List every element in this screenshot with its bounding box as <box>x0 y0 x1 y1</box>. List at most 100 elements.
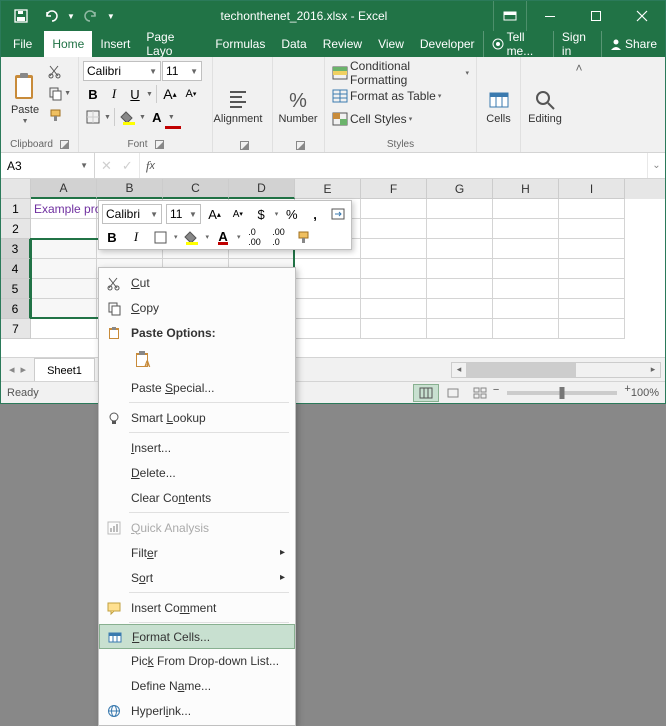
mini-borders[interactable] <box>150 227 170 247</box>
alignment-launcher[interactable] <box>240 141 249 150</box>
conditional-formatting[interactable]: Conditional Formatting▾ <box>329 63 472 83</box>
font-name-combo[interactable]: Calibri▼ <box>83 61 161 81</box>
tab-home[interactable]: Home <box>44 31 92 57</box>
col-header-g[interactable]: G <box>427 179 493 199</box>
mini-accounting-format[interactable]: $ <box>251 204 270 224</box>
col-header-d[interactable]: D <box>229 179 295 199</box>
name-box[interactable]: A3▼ <box>1 153 95 178</box>
horizontal-scrollbar[interactable]: ◂ ▸ <box>451 362 661 378</box>
mini-italic[interactable]: I <box>126 227 146 247</box>
formula-input[interactable] <box>161 153 647 178</box>
ctx-filter[interactable]: Filter▸ <box>99 540 295 565</box>
ctx-define-name[interactable]: Define Name... <box>99 673 295 698</box>
ctx-format-cells[interactable]: Format Cells... <box>99 624 295 649</box>
ctx-delete[interactable]: Delete... <box>99 460 295 485</box>
col-header-f[interactable]: F <box>361 179 427 199</box>
ctx-paste-default[interactable]: A <box>129 347 157 373</box>
mini-merge-icon[interactable] <box>329 204 348 224</box>
fill-color-button[interactable] <box>118 107 138 127</box>
font-color-button[interactable]: A <box>147 107 167 127</box>
minimize-button[interactable] <box>527 1 573 31</box>
row-header-4[interactable]: 4 <box>1 259 31 279</box>
sign-in[interactable]: Sign in <box>553 31 601 57</box>
editing-button[interactable]: Editing <box>525 59 565 127</box>
ctx-sort[interactable]: Sort▸ <box>99 565 295 590</box>
collapse-ribbon[interactable]: ˄ <box>569 57 589 152</box>
mini-fill-color[interactable] <box>182 227 202 247</box>
col-header-a[interactable]: A <box>31 179 97 199</box>
tab-data[interactable]: Data <box>273 31 314 57</box>
ctx-pick-from-list[interactable]: Pick From Drop-down List... <box>99 648 295 673</box>
format-painter-icon[interactable] <box>45 105 74 125</box>
col-header-b[interactable]: B <box>97 179 163 199</box>
alignment-button[interactable]: Alignment <box>217 59 259 127</box>
mini-font-combo[interactable]: Calibri▼ <box>102 204 162 224</box>
qat-customize[interactable]: ▼ <box>107 12 115 21</box>
undo-icon[interactable] <box>37 2 65 30</box>
clipboard-launcher[interactable] <box>60 140 69 149</box>
cell-a1[interactable]: Example products for testing <box>31 199 97 219</box>
maximize-button[interactable] <box>573 1 619 31</box>
mini-shrink-font[interactable]: A▾ <box>228 204 247 224</box>
fx-icon[interactable]: fx <box>140 153 161 178</box>
tab-view[interactable]: View <box>370 31 412 57</box>
col-header-i[interactable]: I <box>559 179 625 199</box>
tab-insert[interactable]: Insert <box>92 31 138 57</box>
col-header-c[interactable]: C <box>163 179 229 199</box>
mini-bold[interactable]: B <box>102 227 122 247</box>
ctx-insert-comment[interactable]: Insert Comment <box>99 595 295 620</box>
tab-page-layout[interactable]: Page Layo <box>138 31 207 57</box>
row-header-2[interactable]: 2 <box>1 219 31 239</box>
borders-button[interactable] <box>83 107 103 127</box>
ctx-insert[interactable]: Insert... <box>99 435 295 460</box>
ctx-clear-contents[interactable]: Clear Contents <box>99 485 295 510</box>
number-button[interactable]: %Number <box>277 59 319 127</box>
ribbon-options-icon[interactable] <box>493 1 527 31</box>
tab-prev[interactable]: ◂ <box>9 363 15 376</box>
mini-font-color[interactable]: A <box>213 227 233 247</box>
ctx-cut[interactable]: Cut <box>99 270 295 295</box>
redo-icon[interactable] <box>77 2 105 30</box>
cell-styles[interactable]: Cell Styles▾ <box>329 109 472 129</box>
tab-developer[interactable]: Developer <box>412 31 483 57</box>
italic-button[interactable]: I <box>104 84 124 104</box>
ctx-copy[interactable]: Copy <box>99 295 295 320</box>
mini-decrease-decimal[interactable]: .00.0 <box>269 227 289 247</box>
col-header-h[interactable]: H <box>493 179 559 199</box>
save-icon[interactable] <box>7 2 35 30</box>
paste-button[interactable]: Paste▼ <box>5 59 45 127</box>
ctx-smart-lookup[interactable]: Smart Lookup <box>99 405 295 430</box>
tab-next[interactable]: ▸ <box>21 363 27 376</box>
close-button[interactable] <box>619 1 665 31</box>
cut-icon[interactable] <box>45 61 74 81</box>
bold-button[interactable]: B <box>83 84 103 104</box>
enter-icon[interactable]: ✓ <box>122 158 133 174</box>
normal-view-icon[interactable] <box>413 384 439 402</box>
font-launcher[interactable] <box>155 140 164 149</box>
copy-icon[interactable]: ▼ <box>45 83 74 103</box>
page-break-view-icon[interactable] <box>467 384 493 402</box>
zoom-slider[interactable] <box>507 391 617 395</box>
grow-font-button[interactable]: A▴ <box>160 84 180 104</box>
tab-formulas[interactable]: Formulas <box>207 31 273 57</box>
col-header-e[interactable]: E <box>295 179 361 199</box>
row-header-3[interactable]: 3 <box>1 239 31 259</box>
page-layout-view-icon[interactable] <box>440 384 466 402</box>
mini-increase-decimal[interactable]: .0.00 <box>245 227 265 247</box>
sheet-tab-1[interactable]: Sheet1 <box>34 358 95 382</box>
tell-me[interactable]: Tell me... <box>483 31 553 57</box>
font-size-combo[interactable]: 11▼ <box>162 61 202 81</box>
underline-button[interactable]: U <box>125 84 145 104</box>
format-as-table[interactable]: Format as Table▾ <box>329 86 472 106</box>
ctx-paste-special[interactable]: Paste Special... <box>99 375 295 400</box>
mini-format-painter[interactable] <box>293 227 313 247</box>
undo-dropdown[interactable]: ▼ <box>67 12 75 21</box>
expand-formula-bar[interactable]: ⌄ <box>647 153 665 178</box>
cancel-icon[interactable]: ✕ <box>101 158 112 174</box>
mini-percent-format[interactable]: % <box>282 204 301 224</box>
row-header-7[interactable]: 7 <box>1 319 31 339</box>
select-all-corner[interactable] <box>1 179 31 199</box>
zoom-level[interactable]: 100% <box>631 387 659 399</box>
share-button[interactable]: Share <box>601 31 665 57</box>
tab-review[interactable]: Review <box>315 31 370 57</box>
